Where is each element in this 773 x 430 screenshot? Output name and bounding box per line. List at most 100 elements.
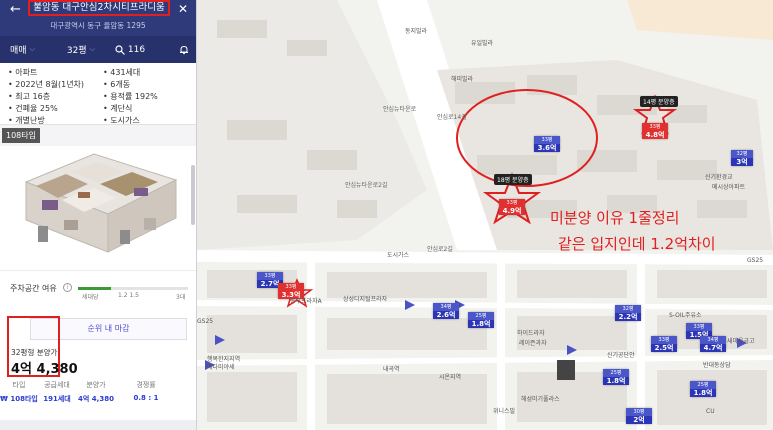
marker-size: 33평 bbox=[278, 283, 304, 291]
road-label: 안심뉴타운로 bbox=[383, 106, 417, 113]
marker-size: 33평 bbox=[257, 272, 283, 280]
marker-price: 1.8억 bbox=[468, 320, 494, 328]
table-header-cell: 공급세대 bbox=[44, 381, 70, 389]
close-icon[interactable]: ✕ bbox=[178, 2, 188, 16]
parking-info: 주차공간 여유 i 세대당 1.2 1.5 3대 bbox=[0, 270, 196, 306]
parking-gauge bbox=[78, 287, 188, 290]
price-marker[interactable]: 32평 3억 bbox=[731, 150, 753, 166]
panel-header: ← 불암동 대구안심2차시티프라디움 ✕ 대구광역시 동구 율암동 1295 매… bbox=[0, 0, 196, 63]
table-header-cell: 경쟁률 bbox=[136, 381, 156, 389]
panel-scrollbar[interactable] bbox=[191, 165, 195, 225]
size-select[interactable]: 32평 ⌵ bbox=[67, 43, 95, 56]
price-marker[interactable]: 25평 1.8억 bbox=[468, 312, 494, 328]
parking-tick: 세대당 bbox=[82, 294, 99, 301]
back-arrow-icon[interactable]: ← bbox=[10, 2, 21, 17]
poi-label: 레이즌과자 bbox=[519, 340, 547, 347]
parking-tick: 1.2 1.5 bbox=[118, 292, 139, 299]
table-header: 타입 공급세대 분양가 경쟁률 bbox=[0, 378, 196, 392]
fact-item: 건폐율 25% bbox=[8, 103, 103, 114]
poi-label: 동부프라자A bbox=[290, 298, 322, 305]
deal-type-select[interactable]: 매매 ⌵ bbox=[10, 43, 35, 56]
price-marker-highlighted[interactable]: 33평 4.9억 bbox=[499, 199, 525, 215]
price-marker[interactable]: 34평 4.7억 bbox=[700, 336, 726, 352]
price-marker[interactable]: 33평 3.6억 bbox=[534, 136, 560, 152]
marker-size: 33평 bbox=[534, 136, 560, 144]
poi-label: 해성미기풀라스 bbox=[521, 396, 560, 403]
price-marker-highlighted[interactable]: 33평 4.8억 bbox=[642, 123, 668, 139]
table-header-cell: 분양가 bbox=[86, 381, 106, 389]
panel-bottom-bar bbox=[0, 420, 196, 430]
size-value: 32평 bbox=[66, 46, 87, 56]
fact-item: 6개동 bbox=[103, 79, 193, 90]
marker-price: 1.8억 bbox=[603, 377, 629, 385]
road-label: 안심로14길 bbox=[437, 114, 467, 121]
supply-table: 타입 공급세대 분양가 경쟁률 ₩ 108타입 191세대 4억 4,380 0… bbox=[0, 378, 196, 406]
poi-label: 위니스빌 bbox=[493, 408, 516, 415]
road-label: 안심뉴타운로2길 bbox=[345, 182, 388, 189]
poi-label: 하이드라자 bbox=[517, 330, 545, 337]
marker-price: 2.5억 bbox=[651, 344, 677, 352]
fact-item: 용적률 192% bbox=[103, 91, 193, 102]
map-view[interactable]: 33평 3.6억 33평 4.8억 33평 4.9억 32평 3억 33평 2.… bbox=[197, 0, 773, 430]
price-marker[interactable]: 25평 1.8억 bbox=[603, 369, 629, 385]
poi-label: 동지빌라 bbox=[405, 28, 428, 35]
table-cell: ₩ 108타입 bbox=[0, 395, 38, 403]
poi-label: 신기환경교 bbox=[705, 174, 733, 181]
poi-label: 새마을금고 bbox=[727, 338, 755, 345]
parking-tick: 3대 bbox=[176, 294, 186, 301]
poi-label: 유일빌라 bbox=[471, 40, 494, 47]
marker-price: 4.9억 bbox=[499, 207, 525, 215]
poi-label: 매다미야세 bbox=[207, 364, 235, 371]
poi-label: CU bbox=[706, 408, 715, 415]
marker-size: 25평 bbox=[690, 381, 716, 389]
marker-size: 25평 bbox=[468, 312, 494, 320]
table-row[interactable]: ₩ 108타입 191세대 4억 4,380 0.8 : 1 bbox=[0, 392, 196, 406]
poi-label: S-OIL주유소 bbox=[669, 312, 702, 319]
fact-item: 431세대 bbox=[103, 67, 193, 78]
price-marker[interactable]: 33평 2.5억 bbox=[651, 336, 677, 352]
marker-price: 2.2억 bbox=[615, 313, 641, 321]
filter-bar: 매매 ⌵ 32평 ⌵ 116 bbox=[0, 36, 196, 63]
poi-label: 도시가스 bbox=[387, 252, 410, 259]
poi-label: 상성디지털프라자 bbox=[343, 296, 388, 303]
price-marker[interactable]: 34평 2.6억 bbox=[433, 303, 459, 319]
marker-price: 4.7억 bbox=[700, 344, 726, 352]
complex-title: 불암동 대구안심2차시티프라디움 bbox=[28, 0, 170, 16]
type-tab-bar: 108타입 bbox=[0, 124, 196, 146]
sale-price-label: 32평형 분양가 bbox=[11, 348, 58, 357]
poi-label: 내곡역 bbox=[383, 366, 400, 373]
price-marker[interactable]: 30평 2억 bbox=[626, 408, 652, 424]
parking-label: 주차공간 여유 bbox=[10, 284, 57, 293]
parking-gauge-fill bbox=[78, 287, 111, 290]
type-tab[interactable]: 108타입 bbox=[2, 128, 40, 143]
marker-size: 34평 bbox=[700, 336, 726, 344]
floor-tag[interactable]: 14평 분양층 bbox=[640, 96, 678, 107]
poi-label: 신기공단안 bbox=[607, 352, 635, 359]
alarm-button[interactable] bbox=[179, 45, 189, 55]
marker-price: 3억 bbox=[731, 158, 753, 166]
marker-size: 25평 bbox=[603, 369, 629, 377]
marker-size: 33평 bbox=[686, 323, 712, 331]
poi-label: 메시상아파트 bbox=[712, 184, 746, 191]
marker-size: 33평 bbox=[642, 123, 668, 131]
bell-icon bbox=[180, 45, 189, 54]
poi-label: GS25 bbox=[197, 318, 214, 325]
floor-tag[interactable]: 18평 분양층 bbox=[494, 174, 532, 185]
info-icon[interactable]: i bbox=[63, 283, 72, 292]
price-marker[interactable]: 32평 2.2억 bbox=[615, 305, 641, 321]
listing-count-button[interactable]: 116 bbox=[115, 45, 145, 55]
listing-count: 116 bbox=[127, 44, 146, 55]
marker-price: 1.8억 bbox=[690, 389, 716, 397]
marker-size: 32평 bbox=[731, 150, 753, 158]
property-panel: ← 불암동 대구안심2차시티프라디움 ✕ 대구광역시 동구 율암동 1295 매… bbox=[0, 0, 197, 430]
fact-item: 아파트 bbox=[8, 67, 103, 78]
price-marker[interactable]: 25평 1.8억 bbox=[690, 381, 716, 397]
marker-size: 33평 bbox=[499, 199, 525, 207]
fact-item: 2022년 8월(1년차) bbox=[8, 79, 103, 90]
poi-label: 해피빌라 bbox=[451, 76, 474, 83]
poi-label: 반대동상담 bbox=[703, 362, 731, 369]
marker-size: 33평 bbox=[651, 336, 677, 344]
table-cell: 4억 4,380 bbox=[78, 395, 114, 403]
marker-price: 2억 bbox=[626, 416, 652, 424]
floor-plan-3d-image[interactable] bbox=[8, 148, 184, 258]
